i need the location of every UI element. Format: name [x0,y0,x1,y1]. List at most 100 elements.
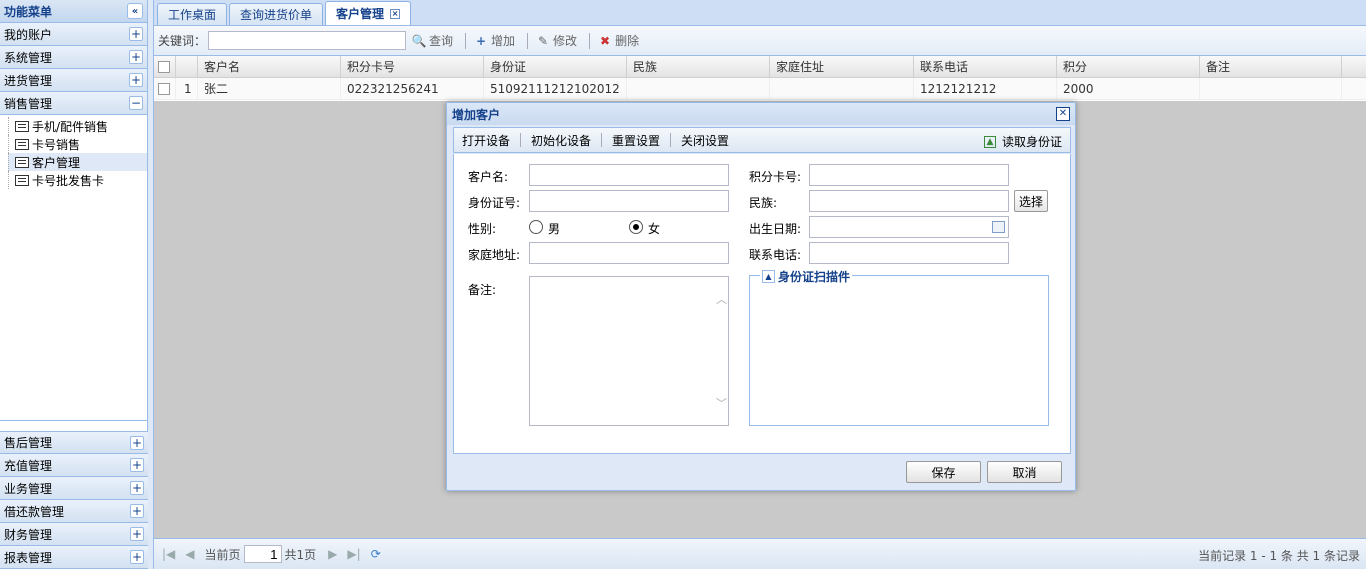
menu-group-my-account[interactable]: 我的账户 + [0,23,147,46]
menu-group-reports[interactable]: 报表管理 + [0,546,148,569]
gender-male-radio[interactable] [529,220,543,234]
menu-group-finance[interactable]: 财务管理 + [0,523,148,546]
tree-item-wholesale[interactable]: 卡号批发售卡 [8,171,147,189]
tab-bar: 工作桌面 查询进货价单 客户管理 × [154,0,1366,26]
expand-plus-icon[interactable]: + [130,550,144,564]
row-checkbox[interactable] [158,82,170,95]
column-header[interactable]: 身份证 [484,56,627,77]
column-label: 联系电话 [920,60,969,74]
select-nation-button[interactable]: 选择 [1014,190,1048,212]
page-number-input[interactable] [243,545,282,563]
gender-female-radio[interactable] [629,220,643,234]
dialog-titlebar[interactable]: 增加客户 ✕ [447,103,1075,125]
first-page-icon[interactable]: |◀ [162,547,175,561]
pager: |◀ ◀ 当前页 共1页 ▶ ▶| ⟳ 当前记录 1 - 1 条 共 1 条记录 [154,538,1366,569]
prev-page-icon[interactable]: ◀ [185,547,194,561]
expand-plus-icon[interactable]: + [130,481,144,495]
total-pages: 共1页 [284,547,317,562]
close-tab-icon[interactable]: × [390,8,401,19]
menu-group-after-sales[interactable]: 售后管理 + [0,431,148,454]
id-number-input[interactable] [529,190,729,212]
cell-points: 2000 [1057,78,1200,99]
column-label: 积分 [1063,60,1088,74]
points-card-input[interactable] [809,164,1009,186]
tree-item-label: 卡号批发售卡 [32,173,105,188]
tree-item-phone-sales[interactable]: 手机/配件销售 [8,117,147,135]
id-scan-legend[interactable]: ▲ 身份证扫描件 [760,268,853,285]
menu-group-purchase[interactable]: 进货管理 + [0,69,147,92]
expand-plus-icon[interactable]: + [130,435,144,450]
menu-group-loans[interactable]: 借还款管理 + [0,500,148,523]
next-page-icon[interactable]: ▶ [328,547,337,561]
toolbar-divider [601,133,603,147]
tab-purchase-price-query[interactable]: 查询进货价单 [229,3,324,25]
menu-group-label: 业务管理 [4,481,53,496]
delete-icon: ✖ [600,33,611,48]
menu-group-label: 报表管理 [4,550,53,565]
column-header[interactable]: 联系电话 [914,56,1057,77]
tree-item-customer-management[interactable]: 客户管理 [8,153,147,171]
close-settings-button[interactable]: 关闭设置 [681,132,729,149]
birth-date-input[interactable] [809,216,1009,238]
phone-input[interactable] [809,242,1009,264]
collapse-sidebar-icon[interactable]: « [127,3,143,19]
delete-button[interactable]: ✖ 删除 [598,32,639,49]
select-all-checkbox[interactable] [158,60,170,73]
address-input[interactable] [529,242,729,264]
column-header[interactable]: 民族 [627,56,770,77]
last-page-icon[interactable]: ▶| [347,547,360,561]
open-device-button[interactable]: 打开设备 [462,132,510,149]
keyword-input[interactable] [208,31,407,50]
column-header[interactable]: 客户名 [198,56,341,77]
keyword-label: 关键词： [158,34,207,48]
save-button[interactable]: 保存 [906,461,981,483]
plus-icon: + [476,33,487,48]
search-button[interactable]: 🔍 查询 [412,32,453,49]
expand-plus-icon[interactable]: + [130,527,144,541]
menu-group-label: 进货管理 [4,73,53,88]
collapse-minus-icon[interactable]: − [129,96,143,110]
toolbar-divider [465,32,467,49]
column-header[interactable]: 积分卡号 [341,56,484,77]
table-row[interactable]: 1 张二 022321256241 51092111212102012 1212… [154,78,1366,100]
scroll-up-icon[interactable]: ︿ [716,291,727,307]
menu-group-system[interactable]: 系统管理 + [0,46,147,69]
init-device-button[interactable]: 初始化设备 [531,132,591,149]
tree-item-card-sales[interactable]: 卡号销售 [8,135,147,153]
column-header[interactable]: 积分 [1057,56,1200,77]
add-label: 增加 [491,34,516,48]
add-button[interactable]: + 增加 [474,32,515,49]
edit-button[interactable]: ✎ 修改 [536,32,577,49]
collapse-up-icon[interactable]: ▲ [762,270,775,283]
expand-plus-icon[interactable]: + [129,50,143,64]
row-number: 1 [176,78,198,99]
expand-plus-icon[interactable]: + [129,73,143,87]
read-id-card-button[interactable]: ▲ 读取身份证 [983,133,1062,150]
list-icon [15,156,29,168]
remark-textarea[interactable]: ︿ ﹀ [529,276,729,426]
expand-plus-icon[interactable]: + [130,504,144,518]
refresh-icon[interactable]: ⟳ [371,547,381,561]
reset-settings-button[interactable]: 重置设置 [612,132,660,149]
close-icon[interactable]: ✕ [1056,107,1070,121]
app-root: 功能菜单 « 我的账户 + 系统管理 + 进货管理 + 销售管理 − 手机/配件… [0,0,1366,569]
cancel-button[interactable]: 取消 [987,461,1062,483]
menu-group-recharge[interactable]: 充值管理 + [0,454,148,477]
dialog-form: 客户名: 积分卡号: 身份证号: 民族: 选择 性别: 男 女 出生日期: 家庭… [453,154,1071,454]
expand-plus-icon[interactable]: + [130,458,144,472]
menu-group-sales[interactable]: 销售管理 − [0,92,147,115]
id-scan-title: 身份证扫描件 [778,270,851,284]
tab-workbench[interactable]: 工作桌面 [157,3,228,25]
menu-group-label: 销售管理 [4,96,53,111]
expand-plus-icon[interactable]: + [129,27,143,41]
column-header[interactable]: 家庭住址 [770,56,914,77]
calendar-icon[interactable] [992,221,1005,233]
tab-customer-management[interactable]: 客户管理 × [325,1,412,25]
cell-name: 张二 [198,78,341,99]
menu-group-business[interactable]: 业务管理 + [0,477,148,500]
scroll-down-icon[interactable]: ﹀ [716,395,727,411]
nation-input[interactable] [809,190,1009,212]
customer-name-input[interactable] [529,164,729,186]
column-header[interactable]: 备注 [1200,56,1342,77]
grid-header: 客户名 积分卡号 身份证 民族 家庭住址 联系电话 积分 备注 [154,56,1366,78]
